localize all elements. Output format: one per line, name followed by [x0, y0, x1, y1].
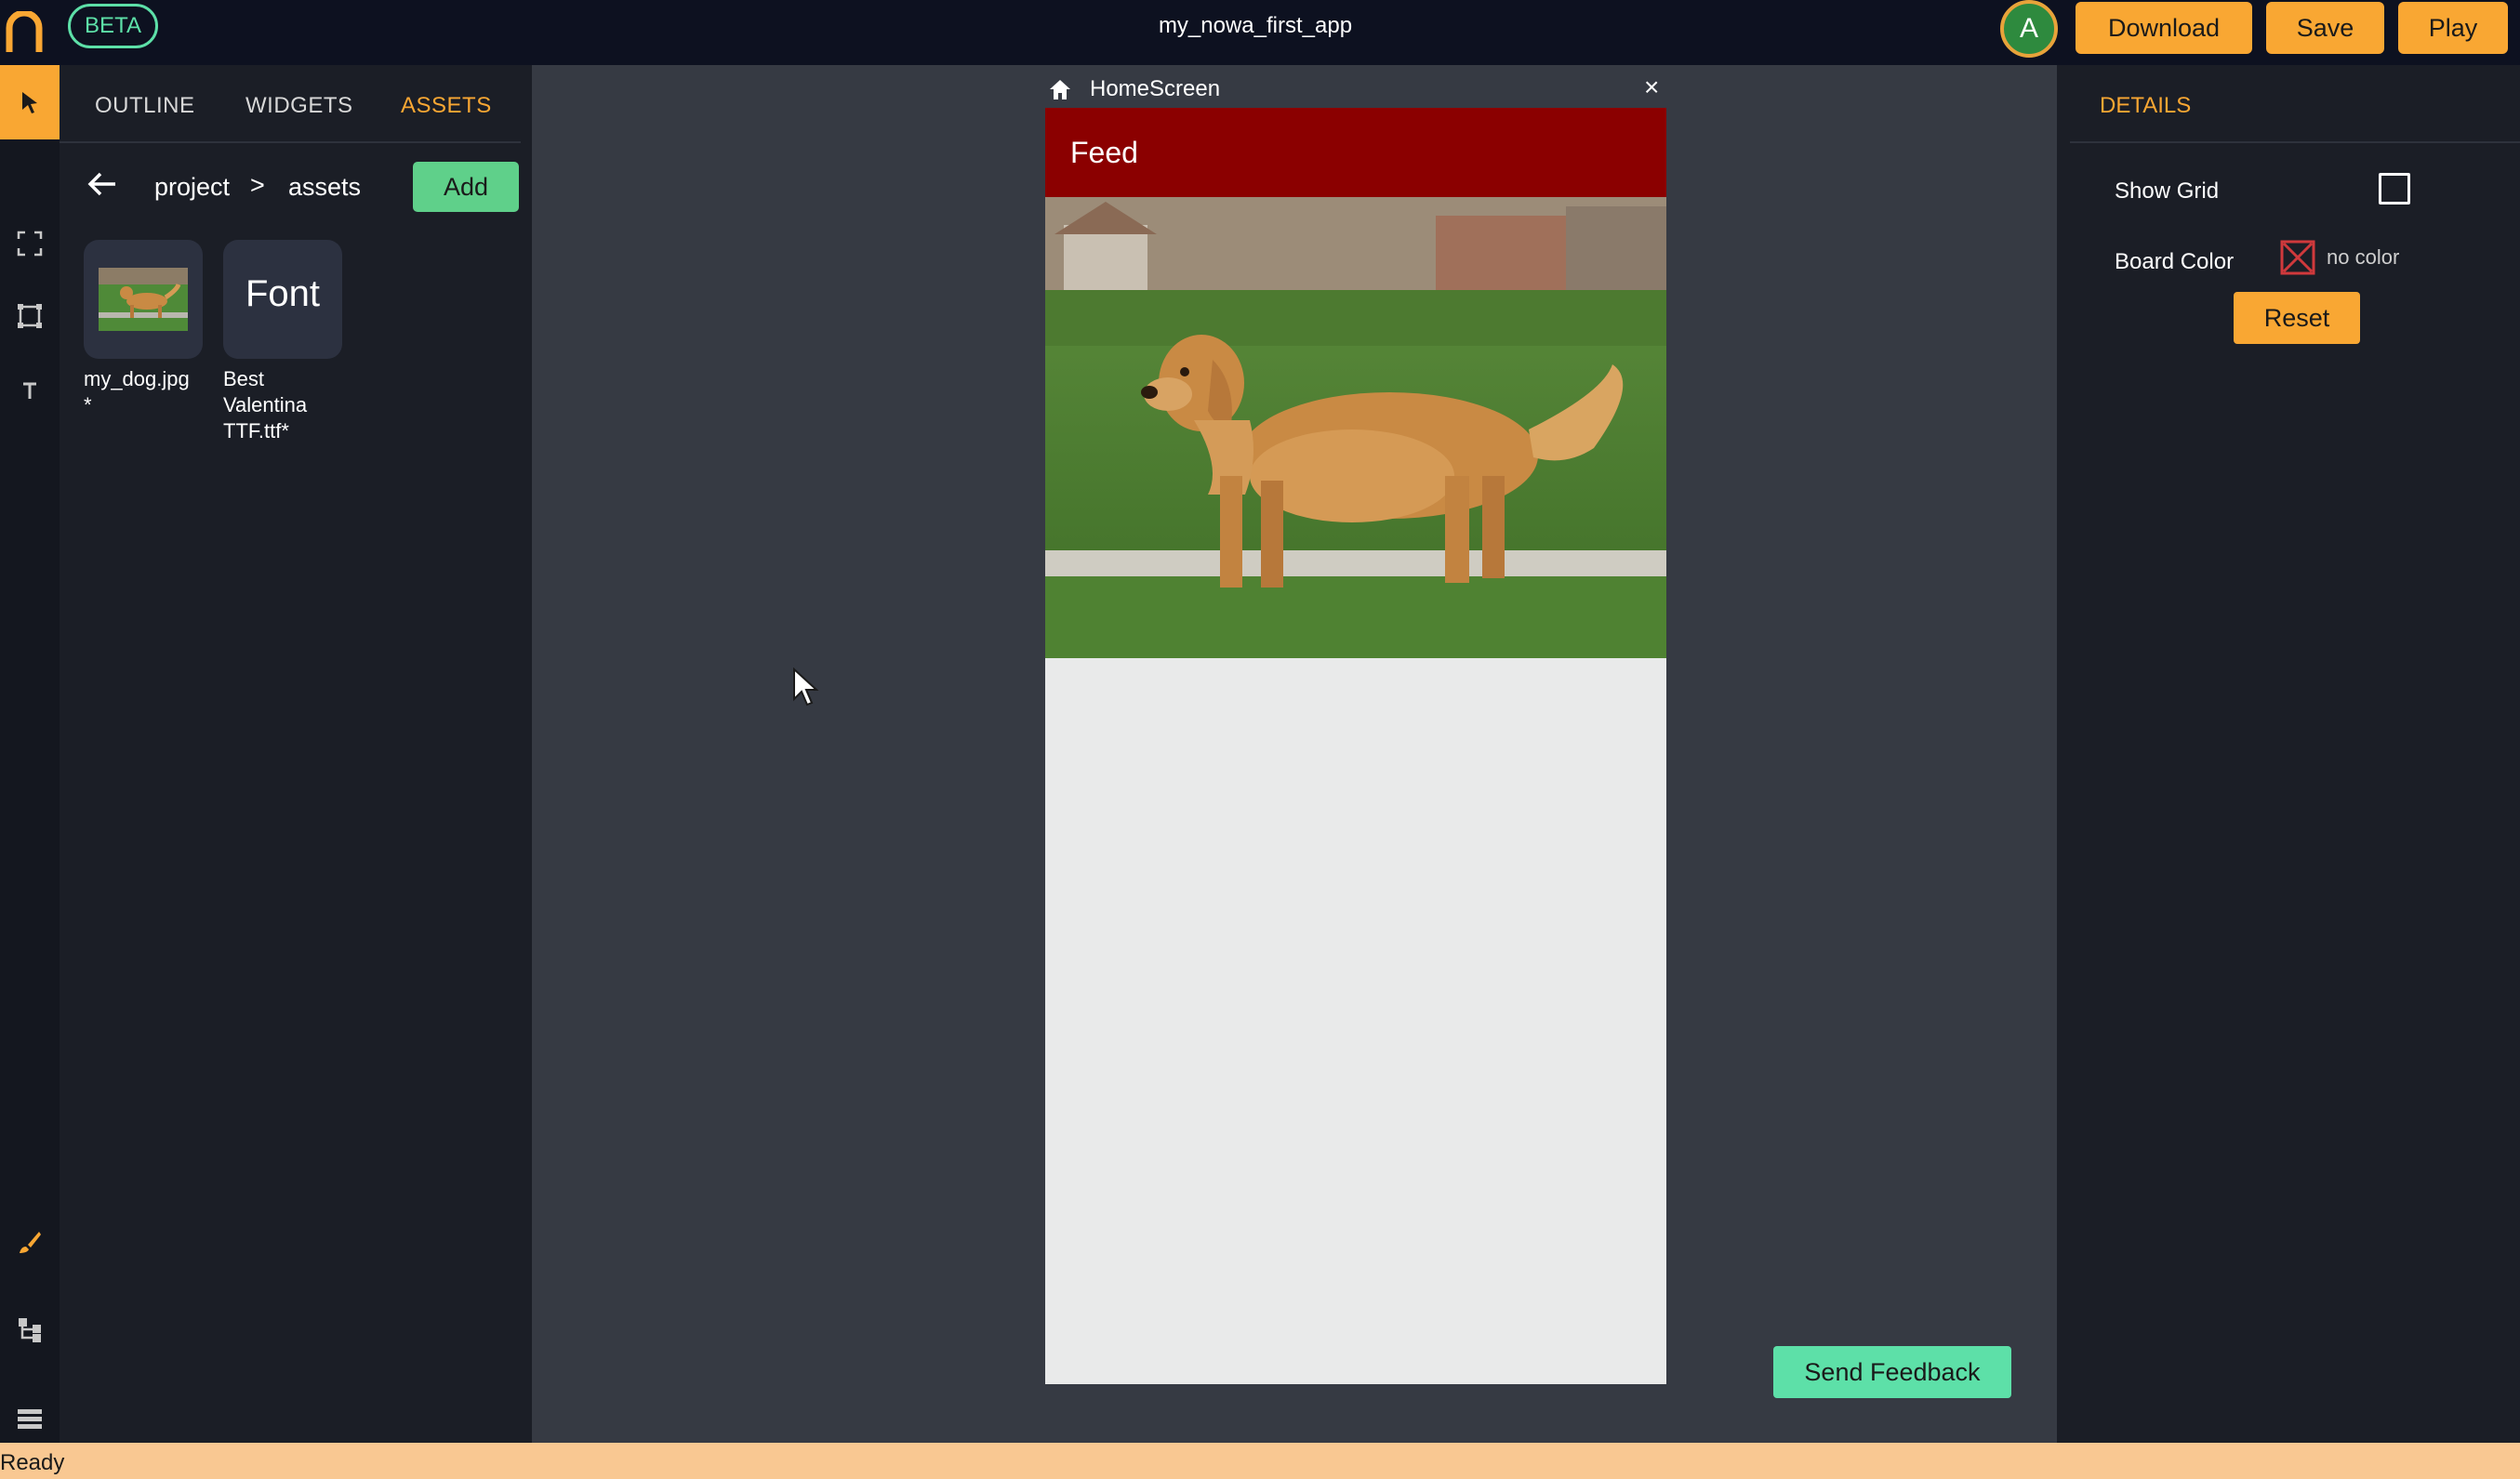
- status-bar: Ready: [0, 1443, 2520, 1479]
- screen-name: HomeScreen: [1090, 76, 1221, 101]
- reset-button[interactable]: Reset: [2234, 292, 2360, 344]
- details-divider: [2070, 141, 2520, 143]
- font-tile-label: Font: [245, 273, 321, 314]
- send-feedback-button[interactable]: Send Feedback: [1773, 1346, 2011, 1398]
- show-grid-label: Show Grid: [2115, 178, 2220, 204]
- asset-tile-font[interactable]: Font: [223, 240, 342, 359]
- list-icon: [18, 1409, 42, 1429]
- show-grid-checkbox[interactable]: [2379, 173, 2410, 205]
- assets-panel: OUTLINE WIDGETS ASSETS project > assets …: [60, 65, 532, 1443]
- cursor-select-icon: [22, 92, 37, 113]
- asset-tile-image[interactable]: [84, 240, 203, 359]
- avatar[interactable]: A: [2000, 0, 2058, 58]
- save-button[interactable]: Save: [2266, 2, 2384, 54]
- tree-icon: [19, 1318, 41, 1342]
- brush-icon: [20, 1232, 41, 1253]
- mouse-cursor-icon: [793, 667, 819, 706]
- no-color-swatch-icon[interactable]: [2280, 240, 2315, 275]
- home-icon: [1050, 80, 1070, 99]
- back-arrow-icon[interactable]: [84, 165, 121, 203]
- details-title: DETAILS: [2100, 93, 2192, 118]
- frame-tool[interactable]: [0, 214, 60, 273]
- select-tool[interactable]: [0, 65, 60, 139]
- tab-outline[interactable]: OUTLINE: [95, 93, 195, 119]
- rectangle-tool[interactable]: [0, 286, 60, 346]
- rectangle-icon: [18, 304, 42, 328]
- breadcrumb-project[interactable]: project: [154, 173, 230, 202]
- download-button[interactable]: Download: [2076, 2, 2252, 54]
- status-text: Ready: [0, 1450, 65, 1475]
- details-panel: DETAILS Show Grid Board Color no color R…: [2057, 65, 2520, 1443]
- text-tool[interactable]: [0, 361, 60, 420]
- board-color-label: Board Color: [2115, 249, 2235, 274]
- breadcrumb-separator: >: [250, 171, 265, 199]
- dog-thumbnail-icon: [99, 268, 188, 331]
- tab-assets[interactable]: ASSETS: [401, 93, 492, 119]
- tab-widgets[interactable]: WIDGETS: [245, 93, 353, 119]
- beta-badge: BETA: [68, 4, 158, 48]
- phone-preview[interactable]: Feed: [1045, 108, 1666, 1384]
- dog-photo-icon[interactable]: [1045, 197, 1666, 658]
- tab-divider: [60, 141, 521, 143]
- play-button[interactable]: Play: [2398, 2, 2508, 54]
- close-icon[interactable]: ×: [1644, 73, 1659, 102]
- list-tool[interactable]: [0, 1389, 60, 1448]
- nowa-logo-icon: [6, 11, 43, 52]
- fullscreen-frame-icon: [17, 231, 43, 257]
- board-color-value: no color: [2327, 245, 2400, 269]
- tree-tool[interactable]: [0, 1300, 60, 1359]
- app-bar[interactable]: Feed: [1045, 108, 1666, 197]
- add-asset-button[interactable]: Add: [413, 162, 519, 212]
- app-bar-title: Feed: [1070, 136, 1138, 169]
- top-bar: BETA my_nowa_first_app A Download Save P…: [0, 0, 2520, 65]
- style-tool[interactable]: [0, 1212, 60, 1272]
- text-icon: [23, 382, 36, 399]
- breadcrumb-assets: assets: [288, 173, 362, 201]
- app-title: my_nowa_first_app: [1158, 13, 1353, 38]
- asset-name: Best Valentina TTF.ttf*: [223, 367, 308, 442]
- asset-name: my_dog.jpg*: [84, 367, 190, 416]
- tool-strip: [0, 65, 60, 1443]
